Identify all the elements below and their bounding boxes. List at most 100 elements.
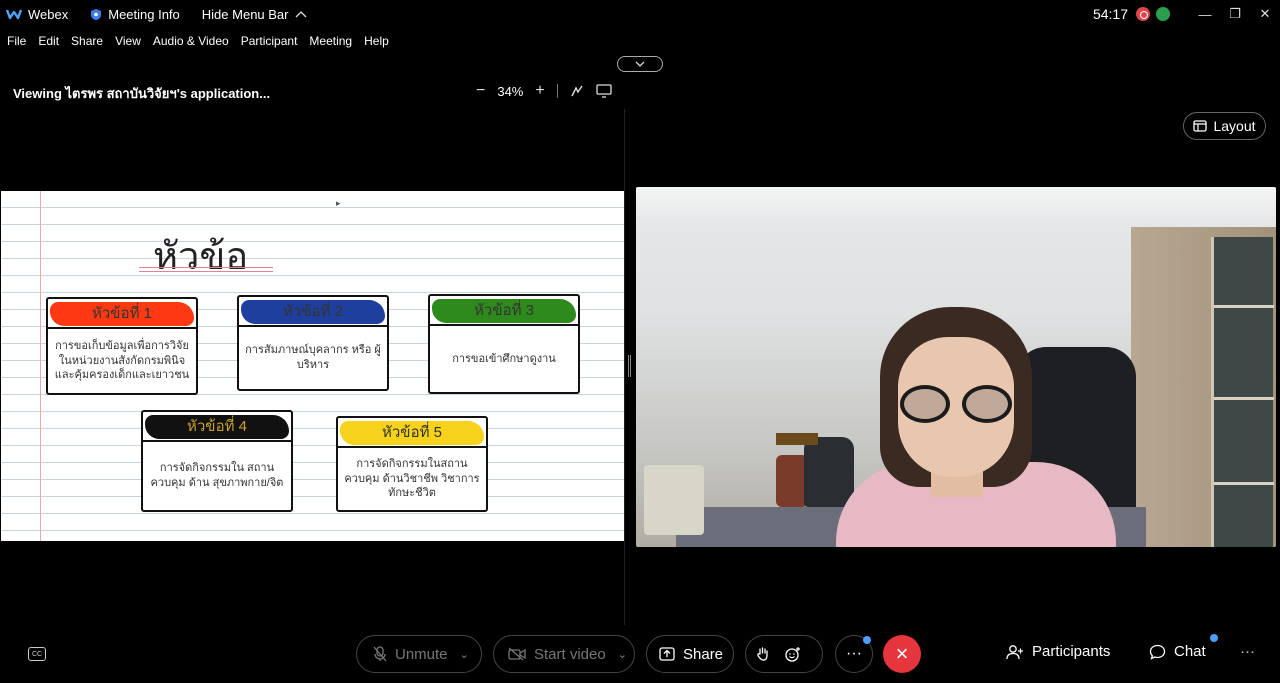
zoom-in-icon[interactable]: + — [535, 82, 544, 100]
title-bar: Webex Meeting Info Hide Menu Bar 54:17 —… — [0, 0, 1280, 28]
shield-icon — [91, 8, 102, 20]
unmute-label: Unmute — [395, 645, 448, 663]
topic-card-3: หัวข้อที่ 3 การขอเข้าศึกษาดูงาน — [428, 294, 580, 394]
topic-body: การสัมภาษณ์บุคลากร หรือ ผู้บริหาร — [245, 344, 381, 371]
webex-logo[interactable]: Webex — [6, 7, 68, 22]
video-backpack — [804, 437, 854, 507]
network-health-icon[interactable] — [1156, 7, 1170, 21]
webex-icon — [6, 9, 22, 20]
menu-participant[interactable]: Participant — [241, 34, 298, 48]
layout-button[interactable]: Layout — [1183, 112, 1266, 140]
menu-file[interactable]: File — [7, 34, 26, 48]
topic-heading: หัวข้อที่ 2 — [283, 303, 343, 320]
chevron-up-icon — [295, 11, 306, 18]
menu-edit[interactable]: Edit — [38, 34, 59, 48]
video-person-glasses — [900, 385, 1014, 423]
annotate-icon[interactable] — [570, 84, 584, 98]
topic-heading: หัวข้อที่ 4 — [187, 418, 247, 435]
reactions-icon[interactable] — [784, 646, 802, 662]
screen-options-icon[interactable] — [596, 84, 612, 98]
participants-button[interactable]: Participants — [1006, 643, 1110, 660]
start-video-label: Start video — [534, 645, 606, 663]
viewing-label: Viewing ไตรพร สถาบันวิจัยฯ's application… — [13, 86, 271, 101]
topic-body: การขอเก็บข้อมูลเพื่อการวิจัย ในหน่วยงานส… — [54, 339, 190, 382]
share-icon — [659, 647, 675, 661]
video-name-plate — [776, 433, 818, 445]
participants-icon — [1006, 644, 1023, 659]
video-container — [644, 465, 704, 535]
chevron-down-icon — [635, 61, 645, 67]
video-cabinet-door — [1211, 237, 1273, 547]
topic-card-header: หัวข้อที่ 3 — [430, 296, 578, 326]
meeting-controls-bar: CC Unmute ⌄ Start video ⌄ Share ··· × Pa… — [0, 630, 1280, 680]
participant-video-tile[interactable] — [636, 187, 1276, 547]
slide-title: หัวข้อ — [153, 234, 249, 278]
pane-resize-handle[interactable] — [628, 355, 631, 377]
menu-meeting[interactable]: Meeting — [309, 34, 352, 48]
meeting-timer: 54:17 — [1092, 6, 1128, 22]
zoom-out-icon[interactable]: − — [476, 82, 485, 100]
topic-card-4: หัวข้อที่ 4 การจัดกิจกรรมใน สถานควบคุม ด… — [141, 410, 293, 512]
zoom-controls: − 34% + — [476, 82, 612, 100]
share-label: Share — [683, 645, 724, 663]
chevron-down-icon[interactable]: ⌄ — [618, 648, 627, 661]
share-button[interactable]: Share — [646, 635, 734, 673]
start-video-button[interactable]: Start video ⌄ — [493, 635, 635, 673]
remote-pointer-icon: ▸ — [336, 198, 341, 208]
notification-dot — [1210, 634, 1218, 642]
topic-heading: หัวข้อที่ 5 — [382, 424, 442, 441]
shared-slide: หัวข้อ หัวข้อที่ 1 การขอเก็บข้อมูลเพื่อก… — [1, 191, 624, 541]
microphone-muted-icon — [373, 646, 387, 662]
recording-icon[interactable] — [1136, 7, 1150, 21]
topic-heading: หัวข้อที่ 1 — [92, 305, 152, 322]
ellipsis-icon: ··· — [846, 645, 862, 662]
topic-heading: หัวข้อที่ 3 — [474, 302, 534, 319]
topic-card-header: หัวข้อที่ 1 — [48, 299, 196, 329]
menu-bar: File Edit Share View Audio & Video Parti… — [0, 30, 401, 52]
chat-icon — [1149, 644, 1166, 660]
leave-meeting-button[interactable]: × — [883, 635, 921, 673]
reactions-group — [745, 635, 823, 673]
video-shelf — [1214, 397, 1274, 400]
topic-body: การขอเข้าศึกษาดูงาน — [452, 352, 556, 365]
minimize-icon[interactable]: — — [1190, 0, 1220, 28]
meeting-info-button[interactable]: Meeting Info — [90, 7, 180, 22]
unmute-button[interactable]: Unmute ⌄ — [356, 635, 482, 673]
topic-body: การจัดกิจกรรมใน สถานควบคุม ด้าน สุขภาพกา… — [150, 462, 284, 489]
close-icon[interactable]: ✕ — [1250, 0, 1280, 28]
hide-menu-bar-button[interactable]: Hide Menu Bar — [202, 7, 307, 22]
topic-card-2: หัวข้อที่ 2 การสัมภาษณ์บุคลากร หรือ ผู้บ… — [237, 295, 389, 391]
topic-card-header: หัวข้อที่ 2 — [239, 297, 387, 327]
topic-card-header: หัวข้อที่ 4 — [143, 412, 291, 442]
chat-button[interactable]: Chat — [1149, 643, 1206, 660]
chat-label: Chat — [1174, 643, 1206, 660]
collapse-toolbar-button[interactable] — [617, 56, 663, 72]
closed-captions-icon[interactable]: CC — [28, 647, 46, 661]
notification-dot — [863, 636, 871, 644]
chevron-down-icon[interactable]: ⌄ — [460, 648, 469, 661]
more-panels-icon[interactable]: ··· — [1240, 643, 1255, 660]
topic-card-5: หัวข้อที่ 5 การจัดกิจกรรมในสถาน ควบคุม ด… — [336, 416, 488, 512]
hide-menu-label: Hide Menu Bar — [201, 6, 289, 22]
restore-icon[interactable]: ❐ — [1220, 0, 1250, 28]
zoom-level: 34% — [497, 83, 524, 99]
participants-label: Participants — [1032, 643, 1111, 660]
video-shelf — [1214, 305, 1274, 308]
app-name: Webex — [28, 6, 69, 22]
meeting-info-label: Meeting Info — [108, 6, 180, 22]
notebook-margin-line — [40, 191, 41, 541]
topic-body: การจัดกิจกรรมในสถาน ควบคุม ด้านวิชาชีพ ว… — [344, 457, 480, 500]
raise-hand-icon[interactable] — [756, 646, 770, 662]
video-ceiling — [636, 187, 1276, 227]
menu-help[interactable]: Help — [364, 34, 389, 48]
menu-audio-video[interactable]: Audio & Video — [153, 34, 229, 48]
title-underline — [139, 267, 273, 272]
close-icon: × — [895, 641, 909, 666]
video-shelf — [1214, 482, 1274, 485]
menu-view[interactable]: View — [115, 34, 141, 48]
topic-card-1: หัวข้อที่ 1 การขอเก็บข้อมูลเพื่อการวิจัย… — [46, 297, 198, 395]
topic-card-header: หัวข้อที่ 5 — [338, 418, 486, 448]
layout-icon — [1193, 120, 1208, 132]
video-off-icon — [508, 647, 526, 661]
menu-share[interactable]: Share — [71, 34, 103, 48]
